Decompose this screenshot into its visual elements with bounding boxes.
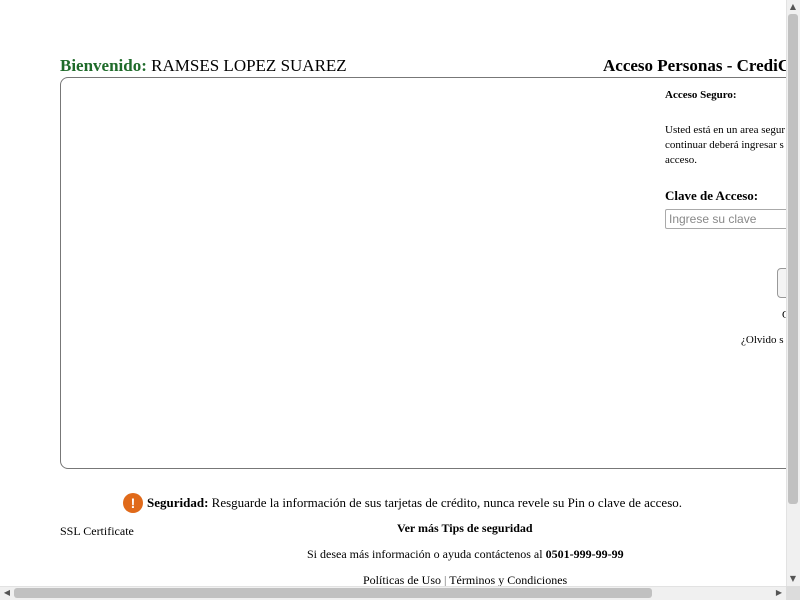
- warning-icon: !: [123, 493, 143, 513]
- password-label: Clave de Acceso:: [665, 188, 759, 203]
- access-title: Acceso Personas - CrediCa: [603, 56, 786, 75]
- contact-phone: 0501-999-99-99: [545, 547, 624, 561]
- vertical-scroll-thumb[interactable]: [788, 14, 798, 504]
- submit-button[interactable]: [777, 268, 786, 298]
- terms-link[interactable]: Términos y Condiciones: [449, 573, 567, 586]
- scroll-left-arrow-icon[interactable]: ◀: [0, 586, 14, 600]
- security-text: Resguarde la información de sus tarjetas…: [211, 495, 682, 510]
- security-label: Seguridad:: [147, 495, 209, 510]
- secure-access-heading: Acceso Seguro:: [665, 89, 737, 101]
- scroll-right-arrow-icon[interactable]: ▶: [772, 586, 786, 600]
- scrollbar-corner: [786, 586, 800, 600]
- scroll-down-arrow-icon[interactable]: ▼: [786, 572, 800, 586]
- welcome-line: Bienvenido: RAMSES LOPEZ SUAREZ: [60, 56, 347, 76]
- security-notice: Seguridad: Resguarde la información de s…: [147, 495, 682, 511]
- contact-text: Si desea más información o ayuda contáct…: [307, 547, 543, 561]
- user-name: RAMSES LOPEZ SUAREZ: [151, 56, 347, 75]
- horizontal-scroll-thumb[interactable]: [14, 588, 652, 598]
- policies-link[interactable]: Políticas de Uso: [363, 573, 441, 586]
- footer-separator: |: [444, 573, 447, 586]
- ssl-certificate: SSL Certificate: [60, 524, 134, 538]
- scroll-up-arrow-icon[interactable]: ▲: [786, 0, 800, 14]
- security-tips-link[interactable]: Ver más Tips de seguridad: [397, 521, 533, 536]
- secure-access-text: Usted está en un area segur continuar de…: [665, 124, 786, 166]
- contact-line: Si desea más información o ayuda contáct…: [307, 547, 624, 562]
- page-viewport: Bienvenido: RAMSES LOPEZ SUAREZ Acceso P…: [0, 0, 786, 586]
- forgot-password-link[interactable]: ¿Olvido s: [741, 334, 783, 346]
- welcome-label: Bienvenido:: [60, 56, 147, 75]
- password-input[interactable]: [665, 209, 786, 229]
- footer-links: Políticas de Uso | Términos y Condicione…: [363, 573, 567, 586]
